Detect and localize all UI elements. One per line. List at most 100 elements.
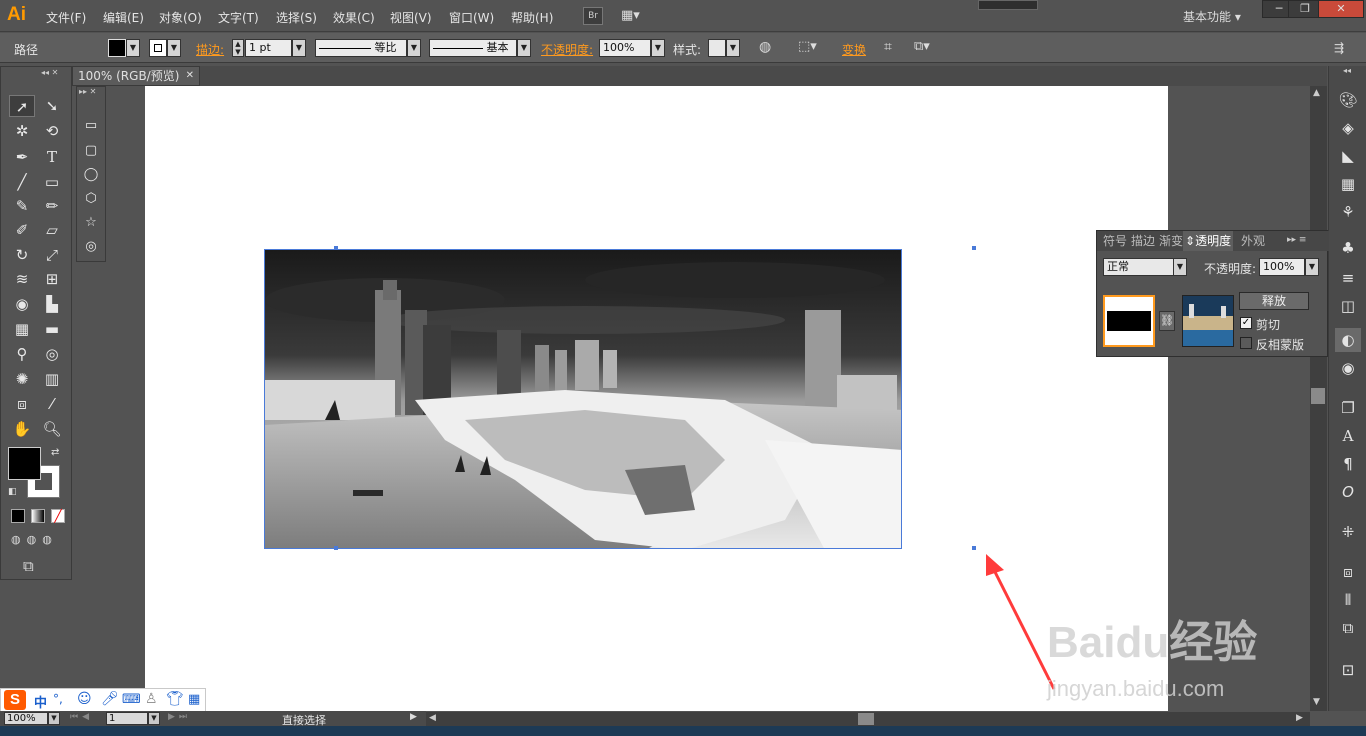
tab-gradient[interactable]: 渐变 — [1157, 231, 1186, 251]
type-tool-icon[interactable]: T — [39, 146, 65, 168]
scale-tool-icon[interactable]: ⤢ — [39, 244, 65, 266]
selection-handle[interactable] — [334, 246, 338, 250]
transform-label[interactable]: 变换 — [842, 41, 866, 58]
skin-icon[interactable]: 👕︎ — [166, 691, 184, 707]
panel-opacity-input[interactable]: 100% — [1259, 258, 1305, 276]
blob-brush-tool-icon[interactable]: ✐ — [9, 219, 35, 241]
draw-modes-icon[interactable]: ◍◍◍ — [11, 533, 58, 546]
profile-dropdown[interactable]: ▼ — [407, 39, 421, 57]
status-menu-icon[interactable]: ▶ — [410, 712, 417, 722]
artboard-tool-icon[interactable]: ⧈ — [9, 393, 35, 415]
link-mask-icon[interactable]: ⛓ — [1159, 311, 1175, 331]
menu-select[interactable]: 选择(S) — [276, 9, 317, 26]
menu-file[interactable]: 文件(F) — [46, 9, 86, 26]
recolor-artwork-icon[interactable]: ◍ — [759, 39, 771, 55]
menu-help[interactable]: 帮助(H) — [511, 9, 553, 26]
canvas[interactable]: Baidu经验 jingyan.baidu.com — [72, 86, 1310, 711]
artboard-next-icons[interactable]: ▶⏭ — [168, 712, 191, 722]
collapse-toolbox-icon[interactable]: ◂◂ ✕ — [41, 68, 58, 77]
align-panel-icon[interactable]: ⫴ — [1335, 588, 1361, 612]
brush-definition[interactable]: 基本 — [429, 39, 517, 57]
stroke-weight-input[interactable]: 1 pt — [245, 39, 292, 57]
rotate-tool-icon[interactable]: ↻ — [9, 244, 35, 266]
zoom-tool-icon[interactable]: 🔍︎ — [39, 418, 65, 440]
variable-width-profile[interactable]: 等比 — [315, 39, 407, 57]
tab-stroke[interactable]: 描边 — [1129, 231, 1158, 251]
close-button[interactable]: ✕ — [1318, 0, 1364, 18]
artboard-prev-icons[interactable]: ⏮◀ — [70, 712, 93, 722]
default-colors-icon[interactable]: ◧ — [8, 487, 17, 497]
zoom-input[interactable]: 100% — [4, 712, 48, 725]
opacity-dropdown[interactable]: ▼ — [651, 39, 665, 57]
appearance-panel-icon[interactable]: ◉ — [1335, 356, 1361, 380]
scroll-down-icon[interactable]: ▼ — [1313, 697, 1320, 707]
ellipse-tool-icon[interactable]: ◯ — [78, 164, 104, 186]
warp-tool-icon[interactable]: ≋ — [9, 268, 35, 290]
vertical-scroll-thumb[interactable] — [1311, 388, 1325, 404]
stroke-dropdown[interactable]: ▼ — [167, 39, 181, 57]
menu-effect[interactable]: 效果(C) — [333, 9, 375, 26]
direct-selection-tool-icon[interactable]: ➘ — [39, 95, 65, 117]
blend-tool-icon[interactable]: ◎ — [39, 343, 65, 365]
graphic-style-swatch[interactable] — [708, 39, 726, 57]
horizontal-scroll-thumb[interactable] — [858, 713, 874, 725]
column-graph-tool-icon[interactable]: ▥ — [39, 368, 65, 390]
search-box[interactable] — [978, 0, 1038, 10]
rect-tool-icon[interactable]: ▭ — [78, 115, 104, 137]
vertical-scrollbar[interactable]: ▲ ▼ — [1310, 86, 1327, 711]
stroke-panel-icon[interactable]: ≡ — [1335, 266, 1361, 290]
color-mode-icon[interactable] — [11, 509, 25, 523]
selection-handle[interactable] — [334, 546, 338, 550]
flyout-collapse-icon[interactable]: ▸▸ ✕ — [79, 87, 96, 96]
flare-tool-icon[interactable]: ◎ — [78, 236, 104, 258]
lasso-tool-icon[interactable]: ⟲ — [39, 120, 65, 142]
panel-options-icon[interactable]: ▸▸ ≡ — [1287, 235, 1306, 245]
release-button[interactable]: 释放 — [1239, 292, 1309, 310]
color-guide-icon[interactable]: ◣ — [1335, 144, 1361, 168]
rounded-rect-tool-icon[interactable]: ▢ — [78, 140, 104, 162]
tab-appearance[interactable]: 外观 — [1239, 231, 1268, 251]
emoji-icon[interactable]: ☺ — [77, 691, 92, 707]
links-panel-icon[interactable]: ⊡ — [1335, 658, 1361, 682]
scroll-up-icon[interactable]: ▲ — [1313, 88, 1320, 98]
menu-type[interactable]: 文字(T) — [218, 9, 259, 26]
fill-color-front[interactable] — [8, 447, 41, 480]
artwork-thumbnail[interactable] — [1182, 295, 1234, 347]
slice-tool-icon[interactable]: ⁄ — [39, 393, 65, 415]
mask-thumbnail[interactable] — [1103, 295, 1155, 347]
menu-window[interactable]: 窗口(W) — [449, 9, 494, 26]
voice-input-icon[interactable]: 🎤︎ — [101, 691, 119, 707]
hand-tool-icon[interactable]: ✋ — [9, 418, 35, 440]
pencil-tool-icon[interactable]: ✏ — [39, 195, 65, 217]
magic-wand-tool-icon[interactable]: ✲ — [9, 120, 35, 142]
invert-mask-checkbox[interactable] — [1240, 337, 1252, 349]
ime-mode-toggle[interactable]: 中 — [34, 692, 47, 711]
menu-view[interactable]: 视图(V) — [390, 9, 432, 26]
scroll-left-icon[interactable]: ◀ — [429, 713, 436, 723]
panel-menu-icon[interactable]: ⇶ — [1334, 41, 1344, 55]
tab-symbols[interactable]: 符号 — [1101, 231, 1130, 251]
eyedropper-tool-icon[interactable]: ⚲ — [9, 343, 35, 365]
graphic-styles-icon[interactable]: ❐ — [1335, 396, 1361, 420]
bridge-button[interactable]: Br — [583, 7, 603, 25]
transparency-panel-icon[interactable]: ◐ — [1335, 328, 1361, 352]
stroke-stepper[interactable]: ▲ ▼ — [232, 39, 244, 57]
scroll-right-icon[interactable]: ▶ — [1296, 713, 1303, 723]
artboard-number-input[interactable]: 1 — [106, 712, 148, 725]
perspective-grid-tool-icon[interactable]: ▙ — [39, 293, 65, 315]
swatches-panel-icon[interactable]: ▦ — [1335, 172, 1361, 196]
swap-colors-icon[interactable]: ⇄ — [51, 447, 59, 458]
blend-mode-select[interactable]: 正常 — [1103, 258, 1179, 276]
mesh-tool-icon[interactable]: ▦ — [9, 318, 35, 340]
align-icon[interactable]: ⬚▾ — [798, 39, 817, 54]
transform-panel-icon[interactable]: ⁜ — [1335, 520, 1361, 544]
symbols-panel-icon[interactable]: ♣ — [1335, 236, 1361, 260]
style-dropdown[interactable]: ▼ — [726, 39, 740, 57]
toolbox-grid-icon[interactable]: ▦ — [188, 692, 200, 707]
brush-dropdown[interactable]: ▼ — [517, 39, 531, 57]
zoom-dropdown[interactable]: ▼ — [48, 712, 60, 725]
user-icon[interactable]: ♙ — [145, 691, 158, 707]
keyboard-icon[interactable]: ⌨ — [122, 692, 141, 707]
polygon-tool-icon[interactable]: ⬡ — [78, 188, 104, 210]
paragraph-panel-icon[interactable]: ¶ — [1335, 452, 1361, 476]
